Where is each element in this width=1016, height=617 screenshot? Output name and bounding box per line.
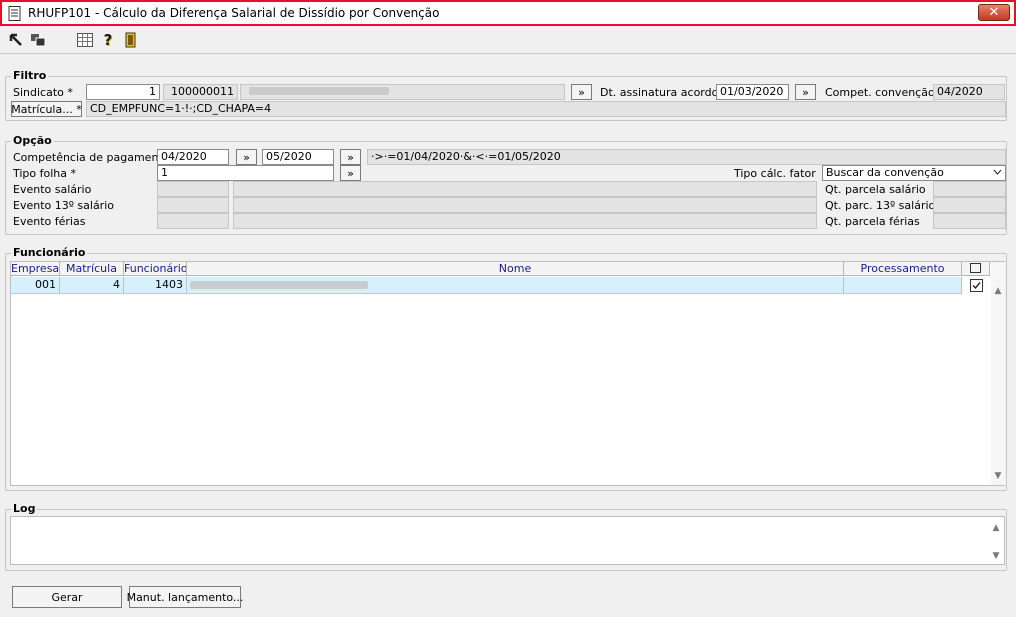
competencia-expression: ·>·=01/04/2020·&·<·=01/05/2020	[367, 149, 1006, 165]
evento-13-code	[157, 197, 229, 213]
scroll-up-icon[interactable]: ▲	[991, 286, 1005, 296]
col-nome[interactable]: Nome	[187, 262, 844, 276]
redacted-text	[249, 87, 389, 95]
grid-icon[interactable]	[77, 32, 93, 48]
scroll-down-icon[interactable]: ▼	[991, 471, 1005, 481]
col-funcionario[interactable]: Funcionário	[124, 262, 187, 276]
sindicato-code: 100000011	[163, 84, 238, 100]
tipo-calc-select[interactable]: Buscar da convenção	[822, 165, 1006, 181]
document-icon	[8, 6, 22, 21]
qt-parcela-salario-label: Qt. parcela salário	[825, 183, 926, 196]
sindicato-input[interactable]: 1	[86, 84, 160, 100]
cell-processamento[interactable]	[844, 277, 962, 294]
cell-funcionario[interactable]: 1403	[124, 277, 187, 294]
evento-salario-desc	[233, 181, 817, 197]
scroll-down-icon[interactable]: ▼	[989, 551, 1003, 561]
competencia-ate-input[interactable]: 05/2020	[262, 149, 334, 165]
funcionario-title: Funcionário	[11, 246, 88, 259]
gerar-button-label: Gerar	[51, 590, 83, 604]
row-checkbox[interactable]	[962, 277, 990, 294]
evento-salario-code	[157, 181, 229, 197]
evento-ferias-label: Evento férias	[13, 215, 86, 228]
sindicato-name-field	[240, 84, 565, 100]
chevron-down-icon	[993, 166, 1002, 180]
evento-13-desc	[233, 197, 817, 213]
scroll-up-icon[interactable]: ▲	[989, 523, 1003, 533]
window-title: RHUFP101 - Cálculo da Diferença Salarial…	[28, 6, 440, 20]
windows-icon[interactable]	[30, 32, 46, 48]
compet-convencao-label: Compet. convenção *	[825, 86, 944, 99]
col-empresa[interactable]: Empresa	[11, 262, 60, 276]
dt-assinatura-label: Dt. assinatura acordo *	[600, 86, 728, 99]
competencia-de-lookup-button[interactable]: »	[236, 149, 257, 165]
qt-parc-13-value	[933, 197, 1006, 213]
qt-parc-13-label: Qt. parc. 13º salário	[825, 199, 936, 212]
sindicato-lookup-button[interactable]: »	[571, 84, 592, 100]
competencia-de-input[interactable]: 04/2020	[157, 149, 229, 165]
gerar-button[interactable]: Gerar	[12, 586, 122, 608]
select-all-checkbox-icon	[970, 263, 981, 273]
cell-matricula[interactable]: 4	[60, 277, 124, 294]
close-icon: ✕	[988, 5, 1000, 20]
grid-scrollbar[interactable]: ▲ ▼	[991, 262, 1005, 485]
title-bar: RHUFP101 - Cálculo da Diferença Salarial…	[0, 0, 1016, 26]
col-processamento[interactable]: Processamento	[844, 262, 962, 276]
tipo-calc-label: Tipo cálc. fator	[734, 167, 816, 180]
sindicato-label: Sindicato *	[13, 86, 73, 99]
tipo-folha-lookup-button[interactable]: »	[340, 165, 361, 181]
evento-ferias-code	[157, 213, 229, 229]
help-icon[interactable]: ?	[100, 31, 116, 49]
log-title: Log	[11, 502, 38, 515]
evento-13-label: Evento 13º salário	[13, 199, 114, 212]
cell-nome[interactable]	[187, 277, 844, 294]
filtro-title: Filtro	[11, 69, 49, 82]
log-textarea[interactable]: ▲ ▼	[10, 516, 1005, 565]
col-select-all[interactable]	[962, 262, 990, 276]
tipo-folha-label: Tipo folha *	[13, 167, 77, 180]
checkbox-checked-icon	[969, 279, 983, 292]
matricula-button-label: Matrícula... *	[11, 102, 82, 116]
qt-parcela-ferias-value	[933, 213, 1006, 229]
redacted-text	[190, 281, 368, 289]
dt-assinatura-lookup-button[interactable]: »	[795, 84, 816, 100]
manut-lancamento-button-label: Manut. lançamento...	[126, 590, 244, 604]
matricula-button[interactable]: Matrícula... *	[11, 101, 82, 117]
evento-salario-label: Evento salário	[13, 183, 92, 196]
evento-ferias-desc	[233, 213, 817, 229]
funcionario-grid[interactable]: Empresa Matrícula Funcionário Nome Proce…	[10, 261, 1005, 486]
tipo-folha-input[interactable]: 1	[157, 165, 334, 181]
toolbar-separator	[0, 53, 1016, 54]
competencia-label: Competência de pagamento *	[13, 151, 179, 164]
cell-empresa[interactable]: 001	[11, 277, 60, 294]
exit-door-icon[interactable]	[123, 32, 139, 48]
close-button[interactable]: ✕	[978, 4, 1010, 21]
manut-lancamento-button[interactable]: Manut. lançamento...	[126, 586, 244, 608]
opcao-title: Opção	[11, 134, 54, 147]
compet-convencao-value: 04/2020	[933, 84, 1005, 100]
col-matricula[interactable]: Matrícula	[60, 262, 124, 276]
qt-parcela-salario-value	[933, 181, 1006, 197]
qt-parcela-ferias-label: Qt. parcela férias	[825, 215, 920, 228]
dt-assinatura-input[interactable]: 01/03/2020	[716, 84, 789, 100]
competencia-ate-lookup-button[interactable]: »	[340, 149, 361, 165]
matricula-filter-field: CD_EMPFUNC=1·!·;CD_CHAPA=4	[86, 101, 1006, 117]
tipo-calc-value: Buscar da convenção	[826, 166, 944, 179]
arrow-icon[interactable]	[8, 32, 24, 48]
